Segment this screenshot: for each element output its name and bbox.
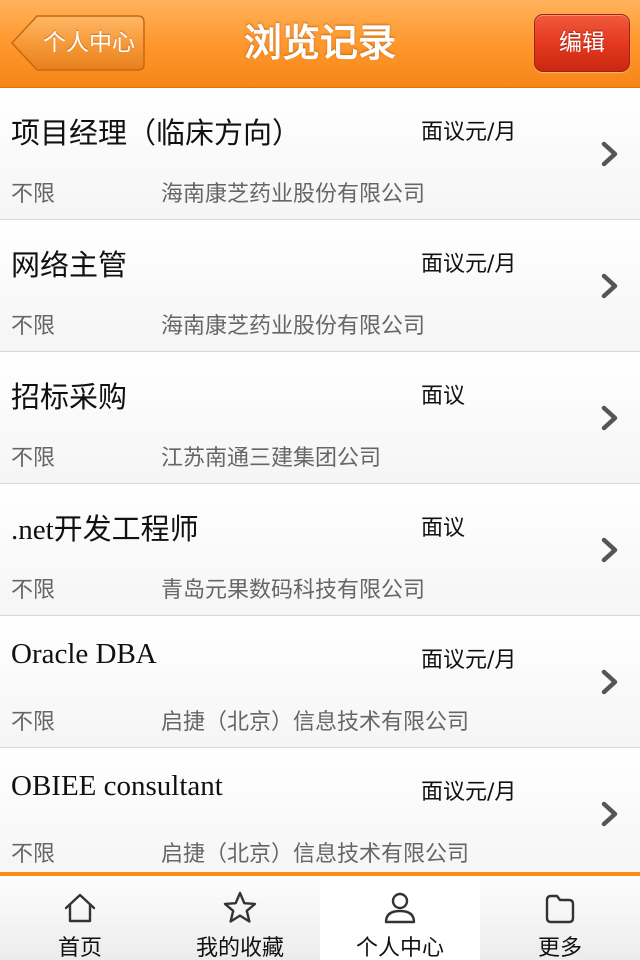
job-title: OBIEE consultant	[11, 770, 223, 802]
job-experience: 不限	[11, 182, 56, 207]
nav-header: 个人中心 浏览记录 编辑	[0, 0, 640, 88]
job-experience: 不限	[11, 578, 56, 603]
list-item[interactable]: Oracle DBA 面议元/月 不限 启捷（北京）信息技术有限公司	[0, 616, 640, 748]
company-name: 海南康芝药业股份有限公司	[161, 182, 426, 207]
tab-label: 个人中心	[355, 936, 444, 960]
job-salary: 面议元/月	[421, 252, 517, 277]
chevron-right-icon	[601, 537, 618, 563]
job-title: 招标采购	[11, 382, 128, 414]
list-item[interactable]: 项目经理（临床方向） 面议元/月 不限 海南康芝药业股份有限公司	[0, 88, 640, 220]
job-salary: 面议	[421, 384, 466, 409]
chevron-right-icon	[601, 273, 618, 299]
job-title: 网络主管	[11, 250, 128, 282]
chevron-right-icon	[601, 801, 618, 827]
folder-icon	[545, 894, 575, 924]
chevron-right-icon	[601, 405, 618, 431]
job-experience: 不限	[11, 314, 56, 339]
tab-label: 更多	[537, 936, 582, 960]
star-icon	[223, 891, 257, 923]
job-salary: 面议元/月	[421, 648, 517, 673]
edit-button[interactable]: 编辑	[534, 14, 630, 72]
job-salary: 面议元/月	[421, 120, 517, 145]
bottom-tab-bar: 首页 我的收藏 个人中心 更多	[0, 872, 640, 960]
tab-personal-center[interactable]: 个人中心	[320, 876, 480, 960]
company-name: 海南康芝药业股份有限公司	[161, 314, 426, 339]
home-icon	[64, 893, 96, 923]
tab-more[interactable]: 更多	[480, 876, 640, 960]
job-salary: 面议元/月	[421, 780, 517, 805]
job-experience: 不限	[11, 710, 56, 735]
browse-history-list: 项目经理（临床方向） 面议元/月 不限 海南康芝药业股份有限公司 网络主管 面议…	[0, 88, 640, 872]
company-name: 启捷（北京）信息技术有限公司	[161, 842, 470, 867]
tab-home[interactable]: 首页	[0, 876, 160, 960]
list-item[interactable]: 招标采购 面议 不限 江苏南通三建集团公司	[0, 352, 640, 484]
list-item[interactable]: .net开发工程师 面议 不限 青岛元果数码科技有限公司	[0, 484, 640, 616]
job-title: 项目经理（临床方向）	[11, 118, 302, 150]
company-name: 青岛元果数码科技有限公司	[161, 578, 426, 603]
user-icon	[384, 892, 416, 924]
job-experience: 不限	[11, 842, 56, 867]
list-item[interactable]: 网络主管 面议元/月 不限 海南康芝药业股份有限公司	[0, 220, 640, 352]
list-item[interactable]: OBIEE consultant 面议元/月 不限 启捷（北京）信息技术有限公司	[0, 748, 640, 872]
job-salary: 面议	[421, 516, 466, 541]
tab-favorites[interactable]: 我的收藏	[160, 876, 320, 960]
job-experience: 不限	[11, 446, 56, 471]
chevron-right-icon	[601, 141, 618, 167]
job-title: Oracle DBA	[11, 638, 157, 670]
job-title: .net开发工程师	[11, 514, 199, 546]
company-name: 启捷（北京）信息技术有限公司	[161, 710, 470, 735]
tab-label: 我的收藏	[195, 936, 284, 960]
company-name: 江苏南通三建集团公司	[161, 446, 382, 471]
chevron-right-icon	[601, 669, 618, 695]
tab-label: 首页	[57, 936, 102, 960]
